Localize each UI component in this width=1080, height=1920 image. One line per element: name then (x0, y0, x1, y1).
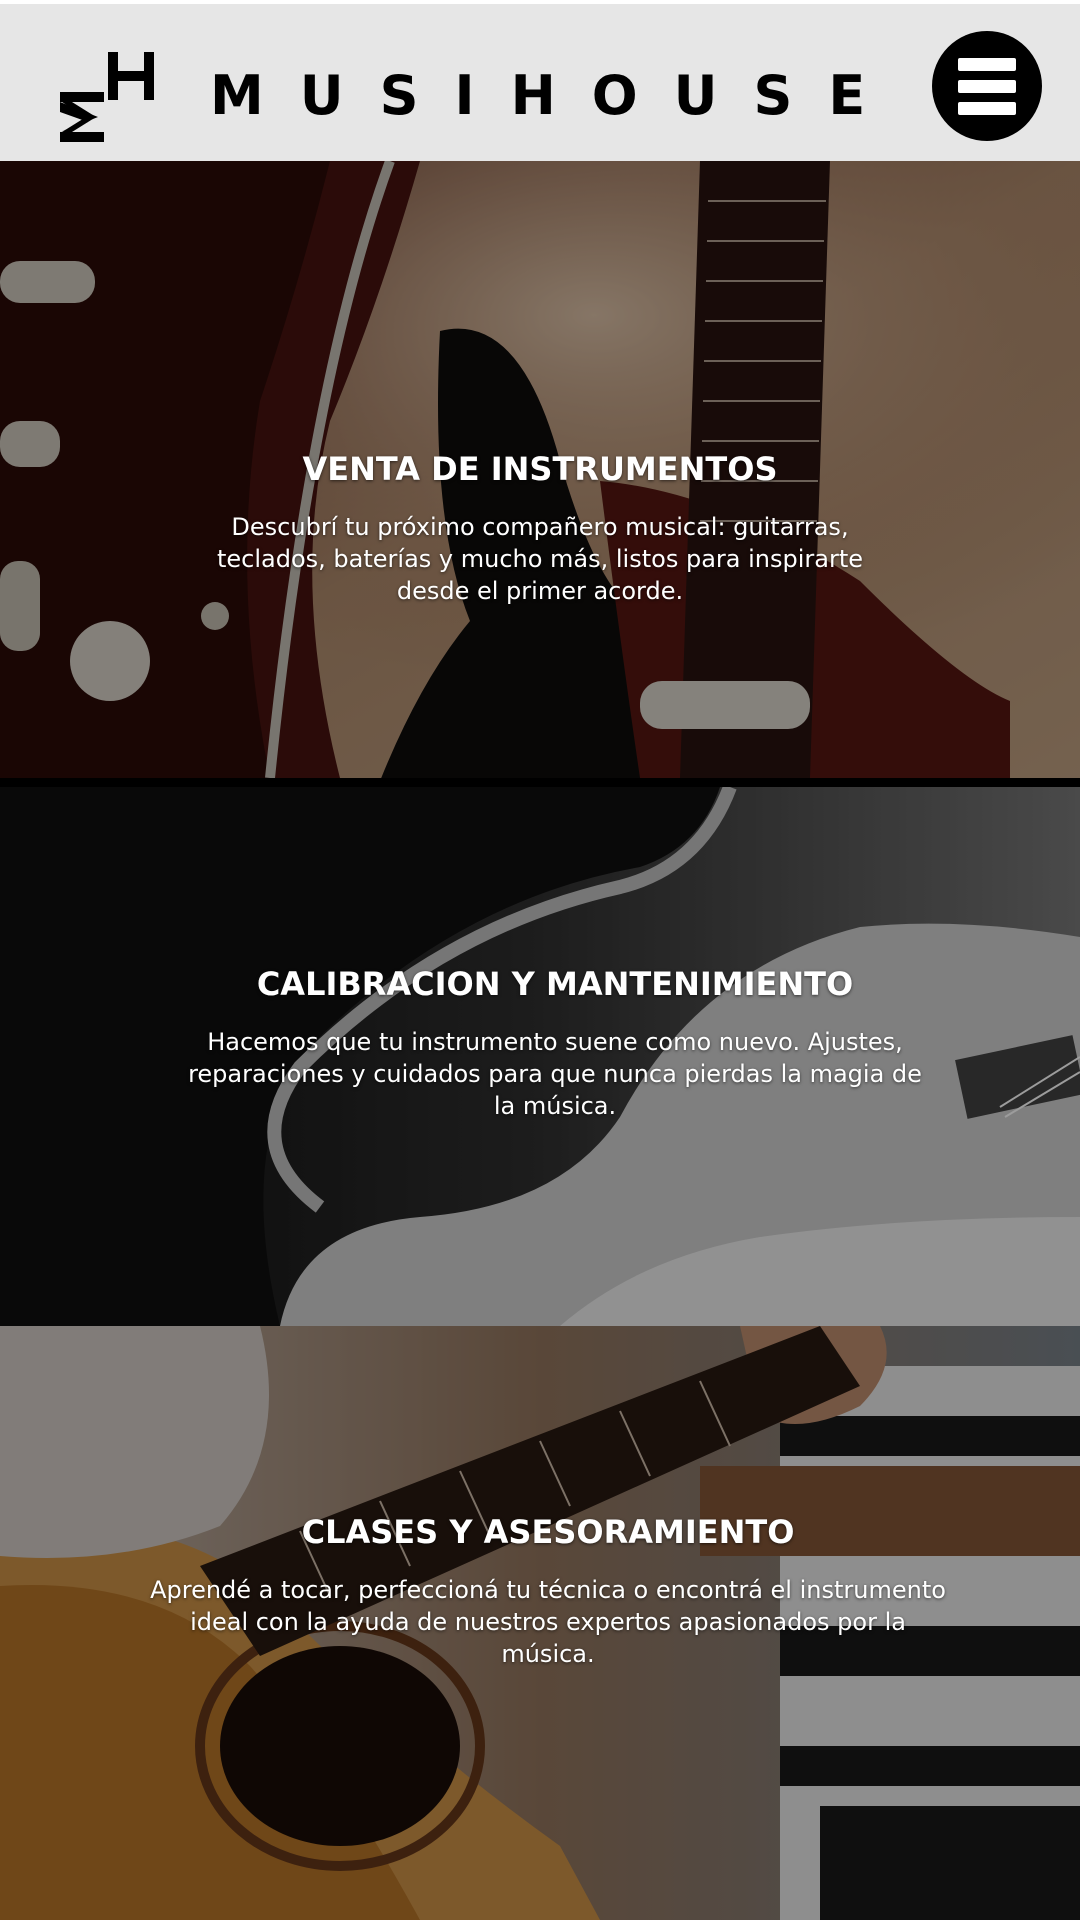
section-content: VENTA DE INSTRUMENTOS Descubrí tu próxim… (0, 447, 1080, 607)
menu-button[interactable] (932, 31, 1042, 141)
brand-name[interactable]: MUSIHOUSE (210, 56, 901, 136)
section-divider (0, 778, 1080, 787)
mh-logo-icon[interactable] (58, 44, 158, 144)
section-content: CLASES Y ASESORAMIENTO Aprendé a tocar, … (8, 1510, 1080, 1670)
service-section-sales: VENTA DE INSTRUMENTOS Descubrí tu próxim… (0, 161, 1080, 778)
hamburger-menu-icon-bar (958, 80, 1016, 93)
hamburger-menu-icon-bar (958, 102, 1016, 115)
hamburger-menu-icon (958, 58, 1016, 71)
site-header: MUSIHOUSE (0, 0, 1080, 161)
section-title: CLASES Y ASESORAMIENTO (301, 1513, 795, 1551)
section-title: VENTA DE INSTRUMENTOS (302, 450, 778, 488)
service-section-maintenance: CALIBRACION Y MANTENIMIENTO Hacemos que … (0, 787, 1080, 1326)
section-description: Aprendé a tocar, perfeccioná tu técnica … (150, 1576, 946, 1668)
section-title: CALIBRACION Y MANTENIMIENTO (256, 965, 854, 1003)
section-description: Descubrí tu próximo compañero musical: g… (216, 513, 864, 605)
service-section-classes: CLASES Y ASESORAMIENTO Aprendé a tocar, … (0, 1326, 1080, 1920)
section-description: Hacemos que tu instrumento suene como nu… (188, 1028, 922, 1120)
section-content: CALIBRACION Y MANTENIMIENTO Hacemos que … (15, 962, 1080, 1122)
